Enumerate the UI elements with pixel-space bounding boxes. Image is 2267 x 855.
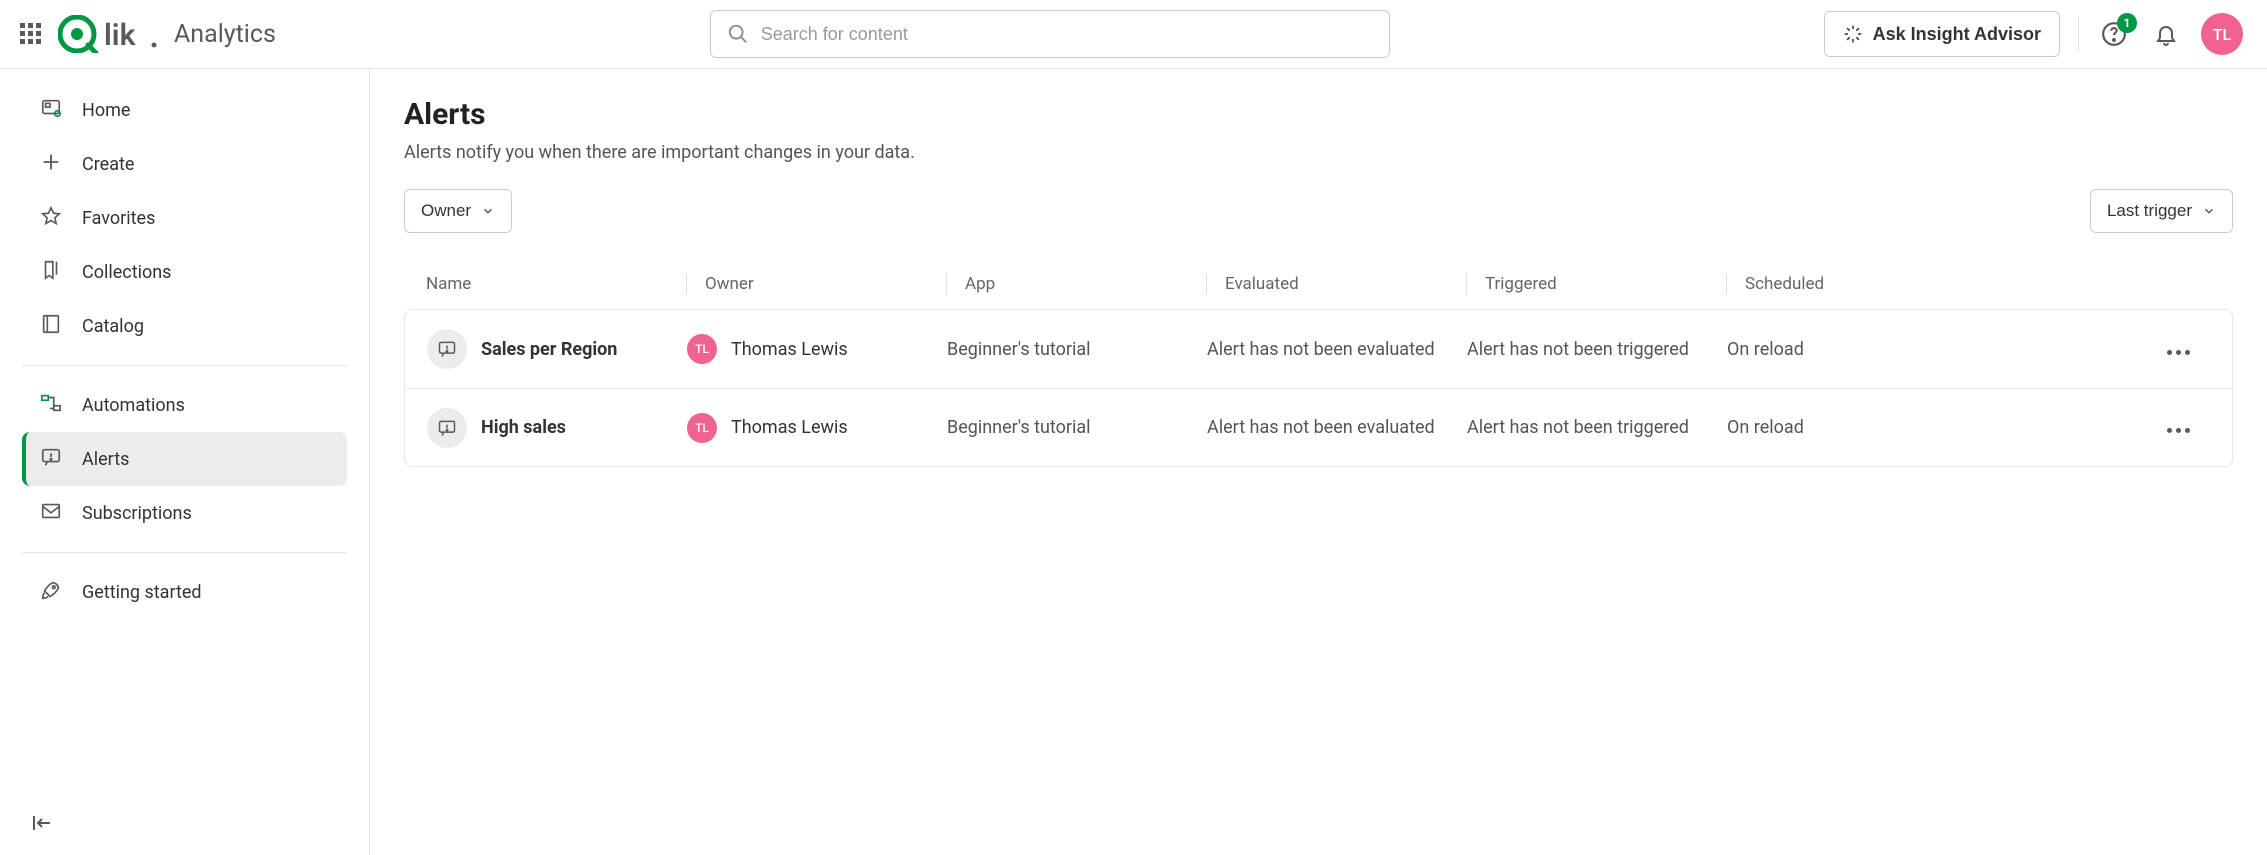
table-header: Name Owner App Evaluated Triggered Sched…	[404, 259, 2233, 309]
bookmark-icon	[40, 259, 62, 286]
column-header-triggered[interactable]: Triggered	[1466, 274, 1726, 294]
column-header-evaluated[interactable]: Evaluated	[1206, 274, 1466, 294]
notifications-button[interactable]	[2149, 17, 2183, 51]
rocket-icon	[40, 579, 62, 606]
catalog-icon	[40, 313, 62, 340]
mail-icon	[40, 500, 62, 527]
chevron-down-icon	[481, 204, 495, 218]
table-row[interactable]: High sales TL Thomas Lewis Beginner's tu…	[405, 388, 2232, 466]
divider	[2078, 16, 2079, 52]
owner-filter-dropdown[interactable]: Owner	[404, 189, 512, 233]
row-actions-button[interactable]	[2158, 408, 2198, 448]
cell-app: Beginner's tutorial	[947, 339, 1207, 360]
sort-dropdown[interactable]: Last trigger	[2090, 189, 2233, 233]
cell-scheduled: On reload	[1727, 339, 1967, 360]
ask-insight-button[interactable]: Ask Insight Advisor	[1824, 11, 2060, 57]
bell-icon	[2154, 22, 2178, 46]
main-content: Alerts Alerts notify you when there are …	[370, 69, 2267, 855]
collapse-icon	[30, 811, 54, 835]
sidebar-item-collections[interactable]: Collections	[22, 245, 347, 299]
row-actions-button[interactable]	[2158, 329, 2198, 369]
cell-evaluated: Alert has not been evaluated	[1207, 417, 1467, 438]
chevron-down-icon	[2202, 204, 2216, 218]
sidebar-item-label: Subscriptions	[82, 503, 192, 524]
app-launcher-icon[interactable]	[20, 23, 42, 45]
more-icon	[2165, 339, 2192, 360]
sparkle-icon	[1843, 24, 1863, 44]
plus-icon	[40, 151, 62, 178]
column-header-name[interactable]: Name	[426, 274, 686, 294]
owner-avatar: TL	[687, 334, 717, 364]
cell-owner: TL Thomas Lewis	[687, 413, 947, 443]
owner-filter-label: Owner	[421, 201, 471, 221]
automations-icon	[40, 392, 62, 419]
sidebar-item-catalog[interactable]: Catalog	[22, 299, 347, 353]
sidebar-item-label: Home	[82, 100, 130, 121]
cell-actions	[1967, 329, 2210, 369]
sidebar-item-getting-started[interactable]: Getting started	[22, 565, 347, 619]
table-row[interactable]: Sales per Region TL Thomas Lewis Beginne…	[405, 310, 2232, 388]
page-description: Alerts notify you when there are importa…	[404, 142, 2233, 163]
alert-name: Sales per Region	[481, 339, 617, 360]
sidebar-separator	[22, 365, 347, 366]
column-header-owner[interactable]: Owner	[686, 274, 946, 294]
sidebar-item-label: Automations	[82, 395, 185, 416]
more-icon	[2165, 417, 2192, 438]
cell-owner: TL Thomas Lewis	[687, 334, 947, 364]
sidebar-item-create[interactable]: Create	[22, 137, 347, 191]
home-icon	[40, 97, 62, 124]
sidebar-separator	[22, 552, 347, 553]
topbar-right: Ask Insight Advisor 1 TL	[1824, 11, 2243, 57]
user-avatar[interactable]: TL	[2201, 13, 2243, 55]
owner-avatar: TL	[687, 413, 717, 443]
svg-text:lik: lik	[104, 18, 137, 53]
alert-type-icon	[427, 329, 467, 369]
cell-evaluated: Alert has not been evaluated	[1207, 339, 1467, 360]
qlik-logo[interactable]: lik	[58, 15, 158, 53]
sidebar-item-label: Create	[82, 154, 134, 175]
search-box[interactable]	[710, 10, 1390, 58]
cell-triggered: Alert has not been triggered	[1467, 417, 1727, 438]
sidebar-item-label: Getting started	[82, 582, 202, 603]
search-input[interactable]	[759, 23, 1373, 46]
alert-name: High sales	[481, 417, 566, 438]
topbar: lik Analytics Ask Insight Advisor	[0, 0, 2267, 69]
sidebar-item-label: Alerts	[82, 449, 129, 470]
cell-app: Beginner's tutorial	[947, 417, 1207, 438]
search-wrap	[710, 10, 1390, 58]
cell-name: Sales per Region	[427, 329, 687, 369]
sidebar-item-home[interactable]: Home	[22, 83, 347, 137]
cell-scheduled: On reload	[1727, 417, 1967, 438]
star-icon	[40, 205, 62, 232]
sidebar-item-label: Catalog	[82, 316, 144, 337]
column-header-scheduled[interactable]: Scheduled	[1726, 274, 1966, 294]
cell-name: High sales	[427, 408, 687, 448]
column-header-app[interactable]: App	[946, 274, 1206, 294]
alert-type-icon	[427, 408, 467, 448]
help-badge: 1	[2117, 13, 2137, 33]
alerts-table: Sales per Region TL Thomas Lewis Beginne…	[404, 309, 2233, 467]
sidebar-item-automations[interactable]: Automations	[22, 378, 347, 432]
owner-name: Thomas Lewis	[731, 417, 848, 438]
alert-icon	[40, 446, 62, 473]
sidebar-item-favorites[interactable]: Favorites	[22, 191, 347, 245]
sidebar-item-label: Collections	[82, 262, 171, 283]
filter-toolbar: Owner Last trigger	[404, 189, 2233, 233]
sidebar-item-subscriptions[interactable]: Subscriptions	[22, 486, 347, 540]
product-name: Analytics	[174, 20, 276, 49]
sort-label: Last trigger	[2107, 201, 2192, 221]
cell-actions	[1967, 408, 2210, 448]
brand-block: lik Analytics	[58, 15, 276, 53]
sidebar-item-alerts[interactable]: Alerts	[22, 432, 347, 486]
page-title: Alerts	[404, 97, 2233, 132]
sidebar-item-label: Favorites	[82, 208, 155, 229]
collapse-sidebar-button[interactable]	[30, 811, 60, 841]
search-icon	[727, 23, 749, 45]
owner-name: Thomas Lewis	[731, 339, 848, 360]
help-button[interactable]: 1	[2097, 17, 2131, 51]
ask-insight-label: Ask Insight Advisor	[1873, 24, 2041, 45]
sidebar: Home Create Favorites Collections Catalo	[0, 69, 370, 855]
cell-triggered: Alert has not been triggered	[1467, 339, 1727, 360]
